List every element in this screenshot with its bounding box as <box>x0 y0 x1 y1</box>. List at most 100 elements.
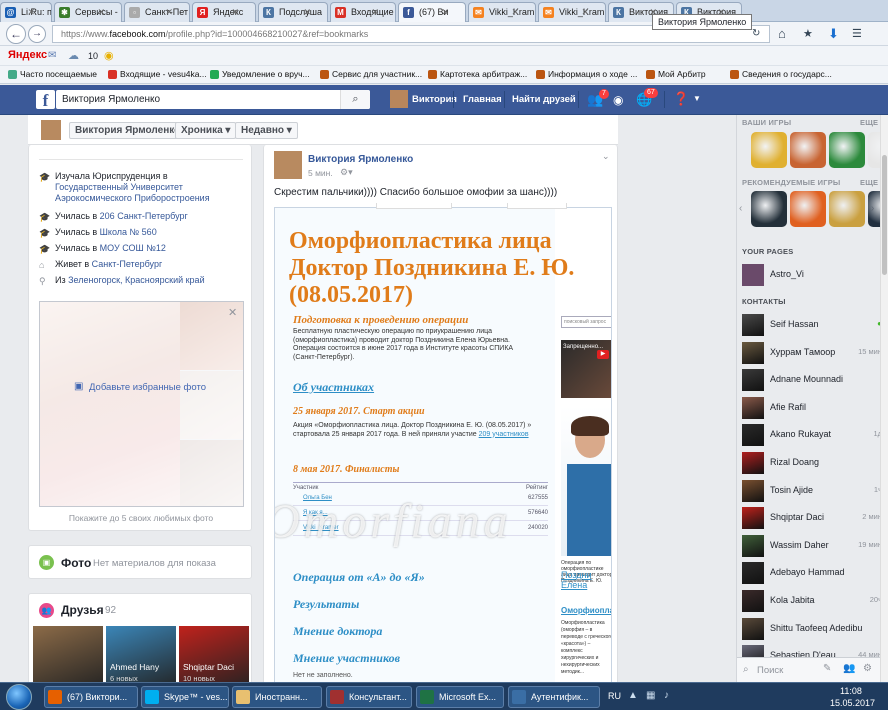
facebook-search-input[interactable]: Виктория Ярмоленко <box>56 90 370 109</box>
browser-tab[interactable]: @ Li.Ru: по✕ <box>0 2 52 22</box>
taskbar-item[interactable]: Microsoft Ex... <box>416 686 504 708</box>
post-author-avatar[interactable] <box>274 151 302 179</box>
featured-photos-box[interactable]: ✕ ▣ Добавьте избранные фото <box>39 301 244 507</box>
close-icon[interactable]: ✕ <box>371 3 379 21</box>
game-game-icon[interactable] <box>790 191 826 227</box>
nav-home[interactable]: Главная <box>463 94 502 105</box>
friends-title[interactable]: Друзья <box>61 603 104 617</box>
eye-icon[interactable]: ◉ <box>104 49 114 62</box>
post-time[interactable]: 5 мин. <box>308 168 333 178</box>
taskbar-item[interactable]: Консультант... <box>326 686 412 708</box>
mail-icon[interactable]: ✉ <box>48 50 56 61</box>
new-message-icon[interactable]: ✎ <box>823 663 831 674</box>
network-icon[interactable]: ▦ <box>646 690 655 701</box>
profile-name-button[interactable]: Виктория Ярмоленко <box>69 122 187 139</box>
tray-icon[interactable]: ▲ <box>628 690 638 701</box>
friend-tile[interactable]: Ahmed Hany 6 новых <box>106 626 176 682</box>
start-button[interactable] <box>6 684 32 710</box>
menu-icon[interactable]: ☰ <box>852 27 862 40</box>
contact-item[interactable]: Seif Hassan● <box>742 313 882 337</box>
clock-date[interactable]: 15.05.2017 <box>830 698 875 708</box>
contact-item[interactable]: Adebayo Hammad <box>742 561 882 585</box>
profile-avatar-small[interactable] <box>40 119 62 141</box>
clock-time[interactable]: 11:08 <box>840 686 862 696</box>
friend-tile[interactable] <box>33 626 103 682</box>
close-icon[interactable]: ✕ <box>581 3 589 21</box>
intro-link[interactable]: МОУ СОШ №12 <box>100 243 166 253</box>
close-icon[interactable]: ✕ <box>303 3 311 21</box>
bookmark-item[interactable]: Входящие - vesu4ka... <box>108 69 207 79</box>
game-game-icon[interactable] <box>829 191 865 227</box>
page-scrollbar[interactable] <box>880 115 888 682</box>
privacy-icon[interactable]: ⚙▾ <box>340 167 353 178</box>
post-image[interactable]: Оморфиопластика лица Доктор Поздникина Е… <box>274 207 612 682</box>
language-indicator[interactable]: RU <box>608 691 621 701</box>
browser-tab[interactable]: Я Яндекс ✕ <box>192 2 256 22</box>
post-author-name[interactable]: Виктория Ярмоленко <box>308 154 413 165</box>
bookmark-item[interactable]: Сервис для участник... <box>320 69 422 79</box>
close-icon[interactable]: ✕ <box>97 3 105 21</box>
contact-item[interactable]: Kola Jabita 20ч <box>742 589 882 613</box>
intro-link[interactable]: Санкт-Петербург <box>92 259 163 269</box>
add-featured-photos-link[interactable]: Добавьте избранные фото <box>89 382 206 393</box>
game-game-icon[interactable] <box>790 132 826 168</box>
timeline-button[interactable]: Хроника ▾ <box>175 122 237 139</box>
browser-tab[interactable]: M Входящие ✕ <box>330 2 396 22</box>
participants-link[interactable]: 209 участников <box>479 431 529 438</box>
group-icon[interactable]: 👥 <box>843 663 855 674</box>
facebook-logo[interactable]: f <box>36 90 55 110</box>
recommended-more-link[interactable]: ЕЩЕ <box>860 178 878 187</box>
games-more-link[interactable]: ЕЩЕ <box>860 118 878 127</box>
bookmark-item[interactable]: Уведомление о вруч... <box>210 69 310 79</box>
friend-tile[interactable]: Shqiptar Daci 10 новых <box>179 626 249 682</box>
contact-item[interactable]: Shqiptar Daci 2 мин <box>742 506 882 530</box>
contact-item[interactable]: Adnane Mounnadi <box>742 368 882 392</box>
photos-title[interactable]: Фото <box>61 556 91 570</box>
game-game-icon[interactable] <box>829 132 865 168</box>
contact-item[interactable]: Хуррам Тамоор 15 мин <box>742 341 882 365</box>
close-icon[interactable]: ✕ <box>228 306 237 319</box>
taskbar-item[interactable]: Аутентифик... <box>508 686 600 708</box>
bookmark-item[interactable]: Часто посещаемые <box>8 69 97 79</box>
help-icon[interactable]: ❓ <box>673 91 689 107</box>
bookmark-item[interactable]: Картотека арбитраж... <box>428 69 527 79</box>
search-icon[interactable]: ⌕ <box>340 90 370 109</box>
browser-tab[interactable]: К Подслуша ✕ <box>258 2 328 22</box>
reload-icon[interactable]: ↻ <box>752 28 760 39</box>
contact-item[interactable]: Tosin Ajide 1ч <box>742 479 882 503</box>
intro-link[interactable]: Зеленогорск, Красноярский край <box>68 275 205 285</box>
chevron-left-icon[interactable]: ‹ <box>739 203 742 214</box>
account-menu-icon[interactable]: ▼ <box>693 94 701 103</box>
browser-tab[interactable]: ✉ Vikki_Kram ✕ <box>538 2 606 22</box>
intro-link[interactable]: 206 Санкт-Петербург <box>100 211 188 221</box>
close-icon[interactable]: ✕ <box>231 3 239 21</box>
taskbar-item[interactable]: (67) Виктори... <box>44 686 138 708</box>
download-icon[interactable]: ⬇ <box>828 26 839 42</box>
nav-profile-name[interactable]: Виктория <box>412 94 457 105</box>
scrollbar-thumb[interactable] <box>882 155 887 275</box>
aces-game-icon[interactable] <box>751 191 787 227</box>
close-icon[interactable]: ✕ <box>165 3 173 21</box>
post-options-icon[interactable]: ⌄ <box>602 151 610 162</box>
taskbar-item[interactable]: Skype™ - ves... <box>141 686 229 708</box>
contact-item[interactable]: Shittu Taofeeq Adedibu <box>742 617 882 641</box>
page-item[interactable]: Astro_Vi <box>742 263 882 287</box>
close-icon[interactable]: ✕ <box>441 3 449 21</box>
bookmark-item[interactable]: Сведения о государс... <box>730 69 832 79</box>
contact-item[interactable]: Wassim Daher 19 мин <box>742 534 882 558</box>
intro-link[interactable]: Государственный Университет Аэрокосмичес… <box>55 182 210 203</box>
browser-tab[interactable]: ▫ Санкт-Пет ✕ <box>124 2 190 22</box>
chat-search-input[interactable]: Поиск <box>757 665 783 676</box>
browser-tab[interactable]: ✱ Сервисы - ✕ <box>54 2 122 22</box>
intro-link[interactable]: Школа № 560 <box>100 227 157 237</box>
contact-item[interactable]: Rizal Doang <box>742 451 882 475</box>
yandex-logo[interactable]: Яндекс <box>8 49 47 61</box>
close-icon[interactable]: ✕ <box>27 3 35 21</box>
browser-tab[interactable]: ✉ Vikki_Kram ✕ <box>468 2 536 22</box>
bookmark-item[interactable]: Мой Арбитр <box>646 69 706 79</box>
browser-tab[interactable]: f (67) Ви ✕ <box>398 2 466 22</box>
recent-button[interactable]: Недавно ▾ <box>235 122 298 139</box>
back-icon[interactable]: ← <box>6 24 26 44</box>
home-icon[interactable]: ⌂ <box>778 26 786 41</box>
gear-icon[interactable]: ⚙ <box>863 663 872 674</box>
